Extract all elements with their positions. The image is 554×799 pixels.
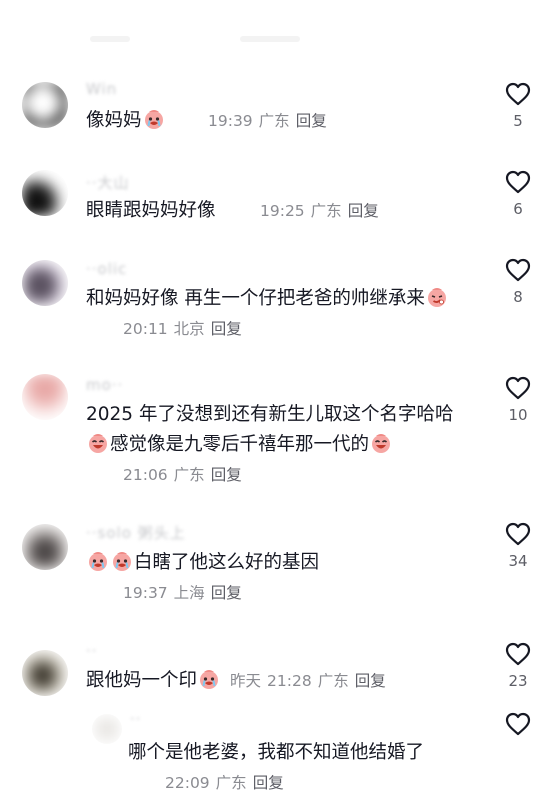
reply-button[interactable]: 回复 [253,774,284,792]
like-count: 6 [513,200,523,218]
laughing-face-emoji [87,432,109,454]
reply-button[interactable]: 回复 [296,112,327,130]
comment-time: 21:06 [123,466,168,484]
comment-time: 19:39 [208,112,253,130]
avatar[interactable] [22,650,68,696]
comment-meta: 22:09 广东 回复 [165,772,290,794]
comment-text-content: 像妈妈 [86,110,142,131]
comment-meta: 20:11 北京 回复 [123,318,248,340]
heart-outline-icon [505,712,531,736]
comment-time: 20:11 [123,320,168,338]
like-count: 8 [513,288,523,306]
comment-username[interactable]: ··solo 粥头上 [86,522,186,543]
comment-username[interactable]: ··大山 [86,172,130,193]
comment-username[interactable]: Win [86,80,117,98]
comment-text: 眼睛跟妈妈好像 [86,198,216,224]
comment-text-line-1: 2025 年了没想到还有新生儿取这个名字哈哈 [86,404,454,425]
reply-button[interactable]: 回复 [355,672,386,690]
avatar[interactable] [22,82,68,128]
crying-face-emoji [198,668,220,690]
comment-text-content: 眼睛跟妈妈好像 [86,200,216,221]
like-button[interactable]: 5 [498,82,538,130]
like-button[interactable]: 8 [498,258,538,306]
comment-username[interactable]: mo·· [86,376,123,394]
comment-username[interactable]: ··olic [86,260,127,278]
comment-text: 哪个是他老婆，我都不知道他结婚了 [128,740,424,766]
heart-outline-icon [505,376,531,400]
heart-outline-icon [505,170,531,194]
reply-button[interactable]: 回复 [211,584,242,602]
comment-time: 21:28 [267,672,312,690]
comment-meta: 19:39 广东 回复 [208,110,333,132]
sly-face-emoji [426,286,448,308]
avatar[interactable] [22,374,68,420]
like-count: 34 [508,552,528,570]
heart-outline-icon [505,258,531,282]
like-button[interactable]: 23 [498,642,538,690]
comment-location: 广东 [310,202,342,220]
like-count: 5 [513,112,523,130]
comment-location: 北京 [173,320,205,338]
heart-outline-icon [505,82,531,106]
comment-text: 和妈妈好像 再生一个仔把老爸的帅继承来 [86,286,449,312]
comment-meta: 19:25 广东 回复 [260,200,385,222]
comment-text: 像妈妈 [86,108,166,134]
like-button[interactable]: 34 [498,522,538,570]
reply-button[interactable]: 回复 [211,320,242,338]
heart-outline-icon [505,642,531,666]
blurred-header-fragment [90,36,130,42]
comment-text-content: 和妈妈好像 再生一个仔把老爸的帅继承来 [86,288,425,309]
comment-location: 广东 [258,112,290,130]
avatar[interactable] [22,524,68,570]
laughing-face-emoji [370,432,392,454]
like-button[interactable]: 6 [498,170,538,218]
like-button[interactable]: 10 [498,376,538,424]
comment-location: 广东 [317,672,349,690]
comment-location: 上海 [173,584,205,602]
comment-username[interactable]: ·· [86,642,98,660]
comment-text: 跟他妈一个印 [86,668,221,694]
comment-text-content: 白瞎了他这么好的基因 [134,552,320,573]
avatar[interactable] [22,170,68,216]
comment-text: 白瞎了他这么好的基因 [86,550,319,576]
comment-username[interactable]: ·· [130,710,142,728]
reply-button[interactable]: 回复 [348,202,379,220]
comment-date: 昨天 [230,672,262,690]
like-button[interactable] [498,712,538,736]
crying-face-emoji [87,550,109,572]
avatar[interactable] [22,260,68,306]
comment-text-content: 哪个是他老婆，我都不知道他结婚了 [128,742,425,763]
comment-meta: 昨天 21:28 广东 回复 [230,670,392,692]
like-count: 10 [508,406,528,424]
reply-button[interactable]: 回复 [211,466,242,484]
heart-outline-icon [505,522,531,546]
comment-text-content: 跟他妈一个印 [86,670,198,691]
comment-time: 22:09 [165,774,210,792]
comment-meta: 21:06 广东 回复 [123,464,248,486]
comment-meta: 19:37 上海 回复 [123,582,248,604]
comment-time: 19:25 [260,202,305,220]
comment-location: 广东 [215,774,247,792]
comment-time: 19:37 [123,584,168,602]
crying-face-emoji [143,108,165,130]
comment-text-content: 感觉像是九零后千禧年那一代的 [110,434,370,455]
comment-text: 感觉像是九零后千禧年那一代的 [86,432,393,458]
avatar[interactable] [92,714,122,744]
crying-face-emoji [111,550,133,572]
like-count: 23 [508,672,528,690]
blurred-header-fragment [240,36,300,42]
comment-location: 广东 [173,466,205,484]
